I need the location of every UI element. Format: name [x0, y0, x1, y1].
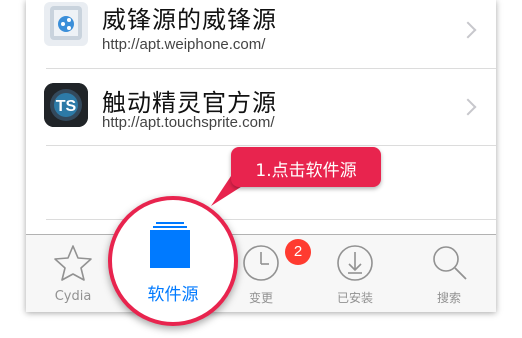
chevron-right-icon [459, 98, 477, 116]
package-box-icon [44, 2, 88, 46]
clock-icon [243, 245, 279, 281]
chevron-right-icon [459, 21, 477, 39]
tutorial-callout: 1.点击软件源 [231, 147, 381, 187]
search-icon [433, 246, 467, 280]
sources-icon [150, 222, 190, 268]
row-divider [46, 219, 496, 220]
row-divider [46, 68, 496, 69]
source-title: 触动精灵官方源 [102, 89, 277, 117]
source-row-touchsprite[interactable]: TS 触动精灵官方源 http://apt.touchsprite.com/ [26, 70, 496, 144]
tab-search[interactable]: 搜索 [402, 235, 496, 312]
row-divider [46, 145, 496, 146]
source-row-weiphone[interactable]: 威锋源的威锋源 http://apt.weiphone.com/ [26, 0, 496, 62]
tab-bar: Cydia 2 变更 已安装 搜索 [26, 234, 496, 312]
tab-label: 搜索 [436, 291, 461, 305]
tab-label: 软件源 [147, 285, 199, 305]
touchsprite-logo-icon: TS [44, 83, 88, 127]
tab-installed[interactable]: 已安装 [308, 235, 402, 312]
logo-text: TS [56, 98, 77, 115]
download-icon [337, 245, 373, 281]
tab-label: Cydia [54, 289, 92, 304]
tab-label: 已安装 [336, 291, 373, 305]
source-title: 威锋源的威锋源 [102, 6, 277, 34]
tab-cydia[interactable]: Cydia [26, 235, 120, 312]
tab-sources[interactable]: 软件源 [108, 196, 238, 326]
source-url: http://apt.touchsprite.com/ [102, 114, 275, 131]
callout-text: 1.点击软件源 [255, 161, 357, 181]
star-icon [54, 245, 92, 281]
source-url: http://apt.weiphone.com/ [102, 36, 266, 53]
